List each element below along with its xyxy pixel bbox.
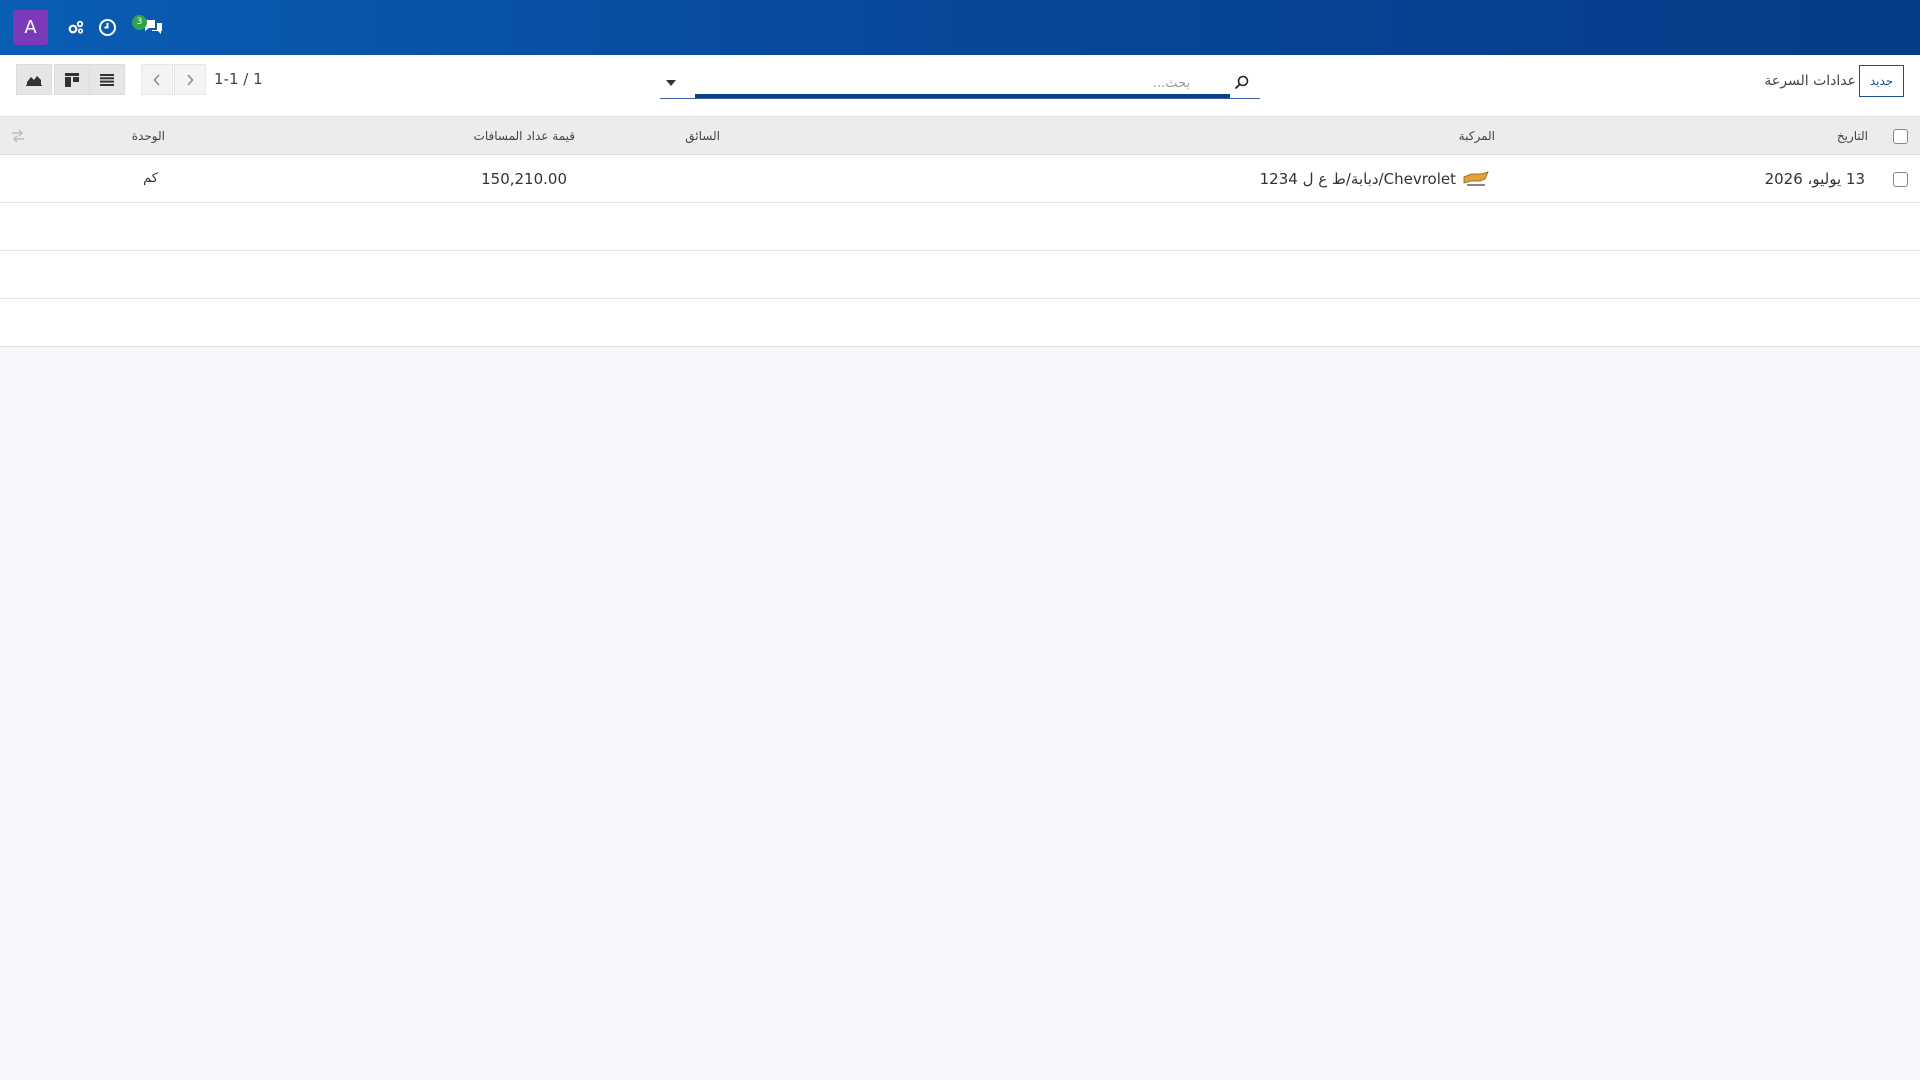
pager-value[interactable]: 1-1 / 1 xyxy=(214,70,263,88)
table-row-empty xyxy=(0,299,1920,347)
cell-vehicle: /دبابة/ط ع ل 1234 Chevrolet xyxy=(1260,155,1490,202)
chat-badge: 3 xyxy=(132,15,147,30)
search-bar xyxy=(660,69,1260,99)
cell-date: 13 يوليو، 2026 xyxy=(1764,169,1865,188)
chevron-right-icon xyxy=(187,73,194,86)
cell-vehicle-model: /دبابة/ط ع ل 1234 xyxy=(1259,169,1384,188)
cell-vehicle-brand: Chevrolet xyxy=(1383,169,1456,188)
clock-icon[interactable] xyxy=(96,16,118,38)
kanban-icon xyxy=(65,72,79,87)
column-header-driver[interactable]: السائق xyxy=(685,117,720,154)
top-navbar: A 3 xyxy=(0,0,1920,55)
caret-down-icon xyxy=(666,80,676,86)
row-checkbox[interactable] xyxy=(1893,172,1908,187)
pager-next-button[interactable] xyxy=(174,64,206,95)
activity-cogs-icon[interactable] xyxy=(65,16,87,38)
cell-unit: كم xyxy=(143,171,158,186)
table-header: التاريخ المركبة السائق قيمة عداد المسافا… xyxy=(0,117,1920,155)
column-header-date[interactable]: التاريخ xyxy=(1837,117,1868,154)
list-icon xyxy=(100,73,114,86)
column-header-odometer-value[interactable]: قيمة عداد المسافات xyxy=(474,117,575,154)
search-focus-underline xyxy=(695,94,1230,98)
search-input[interactable] xyxy=(695,71,1190,95)
control-panel: 1-1 / 1 عدادات السرعة جديد xyxy=(0,55,1920,117)
chevron-left-icon xyxy=(153,73,160,86)
select-all-checkbox[interactable] xyxy=(1893,129,1908,144)
table-row[interactable]: 13 يوليو، 2026 /دبابة/ط ع ل 1234 Chevrol… xyxy=(0,155,1920,203)
column-header-vehicle[interactable]: المركبة xyxy=(1459,117,1495,154)
new-button[interactable]: جديد xyxy=(1859,65,1904,97)
optional-columns-icon[interactable] xyxy=(10,128,26,144)
table-row-empty xyxy=(0,203,1920,251)
column-header-unit[interactable]: الوحدة xyxy=(132,117,165,154)
user-avatar[interactable]: A xyxy=(13,10,48,45)
list-table: التاريخ المركبة السائق قيمة عداد المسافا… xyxy=(0,117,1920,347)
user-initial: A xyxy=(24,17,37,38)
graph-icon xyxy=(26,75,42,86)
pager-previous-button[interactable] xyxy=(141,64,173,95)
search-options-toggle[interactable] xyxy=(664,77,678,89)
breadcrumb: عدادات السرعة xyxy=(1764,73,1856,89)
search-icon xyxy=(1234,75,1249,90)
chevrolet-logo-icon xyxy=(1463,170,1489,186)
kanban-view-button[interactable] xyxy=(54,64,90,95)
list-view-button[interactable] xyxy=(89,64,125,95)
graph-view-button[interactable] xyxy=(16,64,52,95)
cell-odometer-value: 150,210.00 xyxy=(481,169,567,188)
table-row-empty xyxy=(0,251,1920,299)
